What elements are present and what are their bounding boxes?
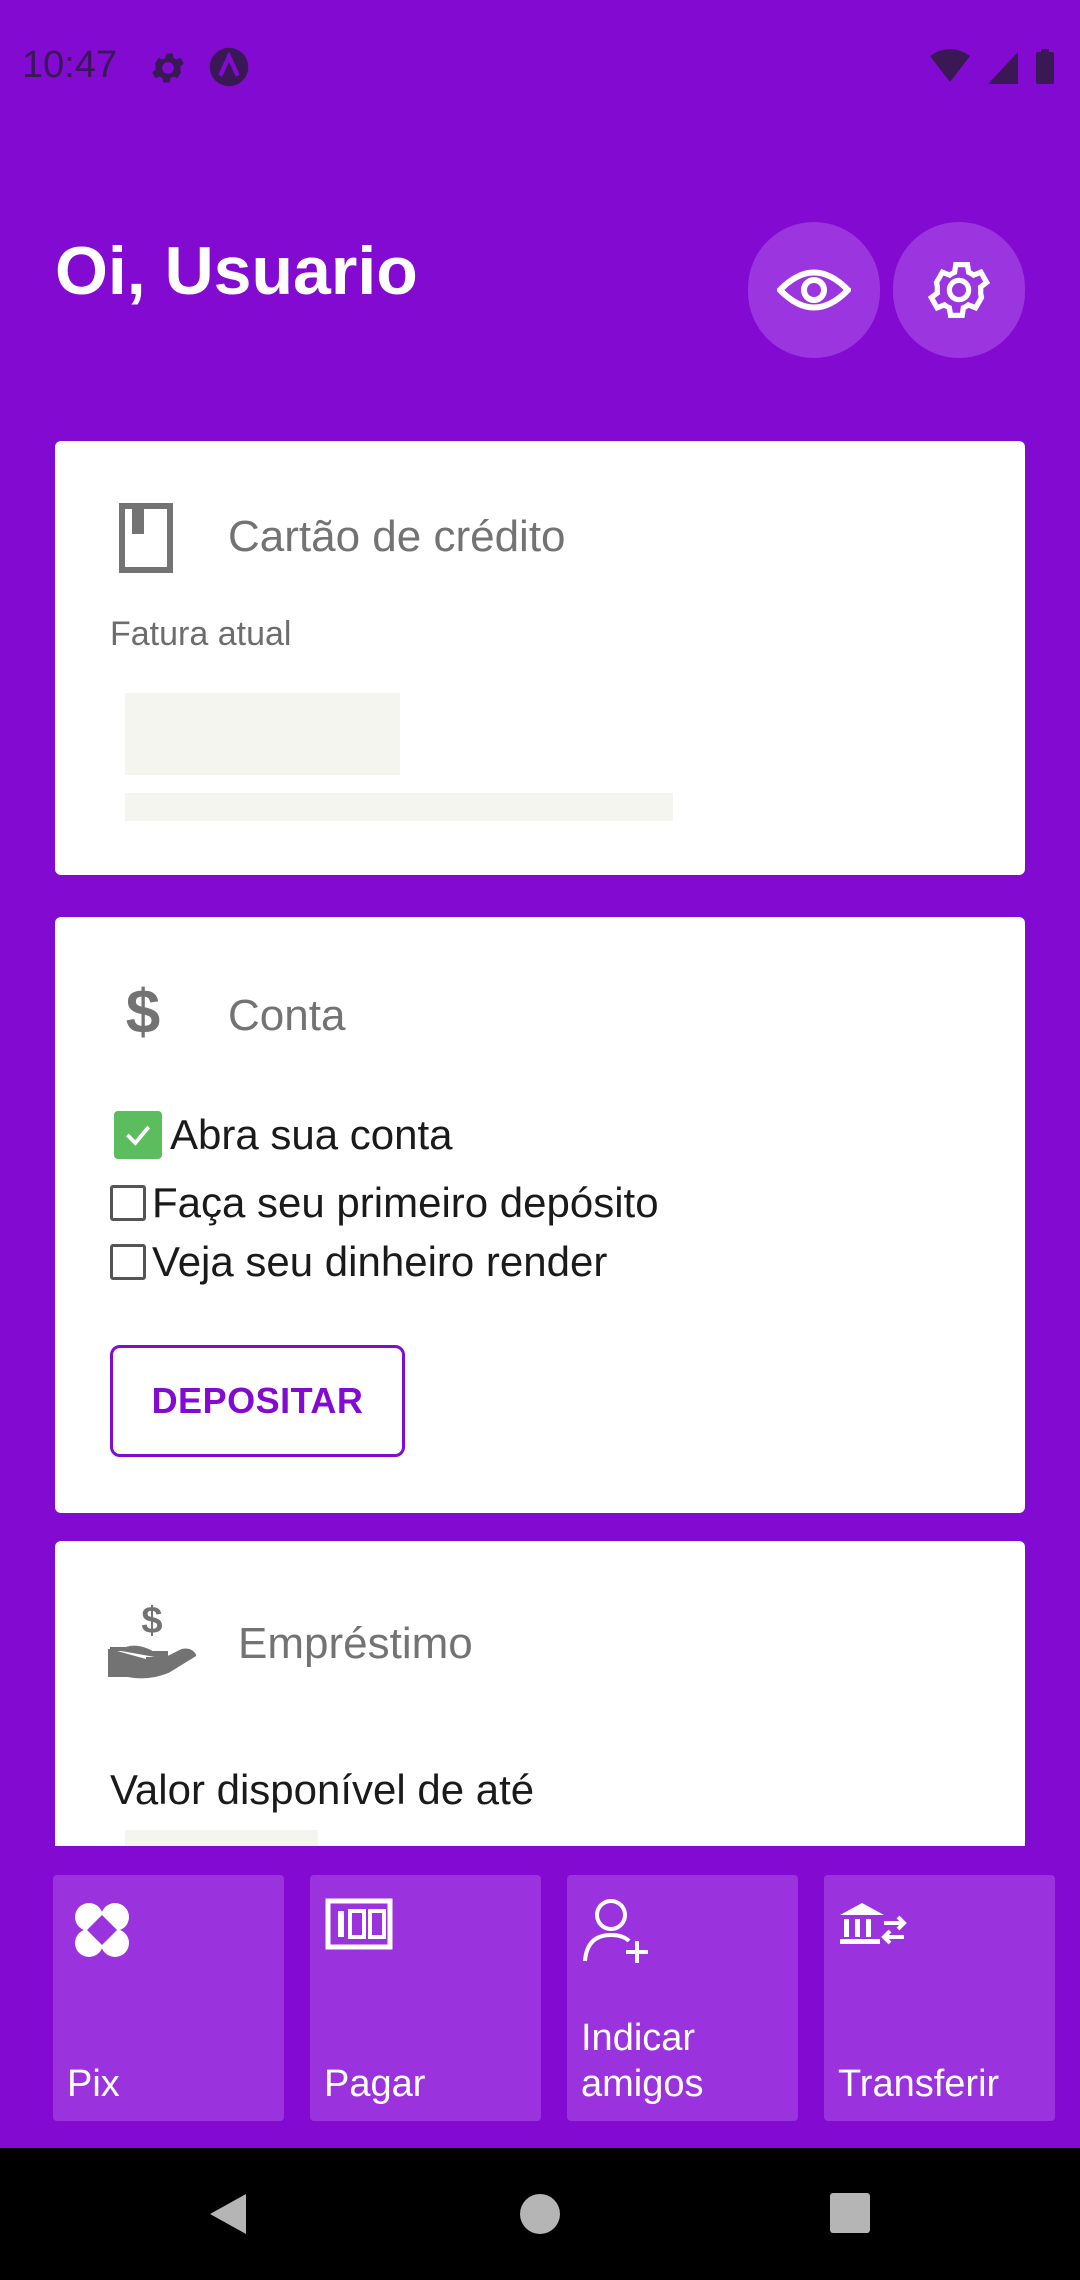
wifi-icon <box>930 49 970 82</box>
loan-title: Empréstimo <box>238 1619 473 1668</box>
hand-money-icon: $ <box>108 1600 196 1679</box>
invoice-value-placeholder <box>125 693 400 775</box>
current-invoice-label: Fatura atual <box>110 615 292 653</box>
svg-text:$: $ <box>141 1600 162 1642</box>
settings-button[interactable] <box>893 222 1025 358</box>
shortcut-label: Pagar <box>324 2063 426 2105</box>
home-icon[interactable] <box>518 2192 562 2236</box>
toggle-visibility-button[interactable] <box>748 222 880 358</box>
greeting-title: Oi, Usuario <box>55 233 418 309</box>
status-bar: 10:47 <box>0 0 1080 135</box>
checkbox-checked[interactable] <box>114 1111 162 1159</box>
checklist-label: Abra sua conta <box>170 1111 453 1158</box>
check-icon <box>126 1125 151 1146</box>
loan-section[interactable]: $ Empréstimo Valor disponível de até <box>55 1541 1025 1846</box>
bank-transfer-icon <box>840 1903 907 1945</box>
status-time: 10:47 <box>22 44 118 86</box>
gear-icon <box>927 262 991 318</box>
shortcut-label: Transferir <box>838 2063 1000 2105</box>
shortcut-refer-friends[interactable]: Indicar amigos <box>567 1875 798 2121</box>
navigation-bar <box>0 2148 1080 2280</box>
barcode-icon <box>325 1898 393 1950</box>
dollar-icon: $ <box>126 981 160 1043</box>
deposit-button[interactable]: DEPOSITAR <box>110 1345 405 1457</box>
battery-icon <box>1036 52 1054 84</box>
eye-icon <box>777 269 851 311</box>
shortcut-label: Indicar amigos <box>581 2017 704 2105</box>
pix-icon <box>75 1903 129 1957</box>
loan-value-placeholder <box>125 1830 318 1846</box>
shortcut-label: Pix <box>67 2063 120 2105</box>
credit-card-icon <box>119 503 173 573</box>
checklist-item[interactable]: Veja seu dinheiro render <box>110 1238 607 1286</box>
shortcut-transfer[interactable]: Transferir <box>824 1875 1055 2121</box>
shortcut-pix[interactable]: Pix <box>53 1875 284 2121</box>
recents-icon[interactable] <box>829 2192 871 2234</box>
app-icon <box>209 47 249 87</box>
gear-icon <box>152 53 184 83</box>
loan-available-text: Valor disponível de até <box>110 1766 535 1813</box>
signal-icon <box>988 52 1018 84</box>
checklist-item[interactable]: Abra sua conta <box>110 1111 453 1159</box>
account-section[interactable]: $ Conta Abra sua conta Faça seu primeiro… <box>55 917 1025 1513</box>
checklist-item[interactable]: Faça seu primeiro depósito <box>110 1179 659 1227</box>
credit-card-section[interactable]: Cartão de crédito Fatura atual <box>55 441 1025 875</box>
svg-text:$: $ <box>126 981 160 1043</box>
shortcuts-bar: Pix Pagar Indicar amigos Transferir <box>0 1846 1080 2148</box>
checklist-label: Veja seu dinheiro render <box>152 1238 608 1285</box>
checkbox-unchecked[interactable] <box>110 1185 146 1221</box>
account-title: Conta <box>228 991 346 1040</box>
status-right-icons <box>930 49 1054 84</box>
invoice-detail-placeholder <box>125 793 673 821</box>
checkbox-unchecked[interactable] <box>110 1244 146 1280</box>
add-user-icon <box>583 1899 648 1963</box>
shortcut-pay[interactable]: Pagar <box>310 1875 541 2121</box>
checklist-label: Faça seu primeiro depósito <box>152 1179 659 1226</box>
back-icon[interactable] <box>204 2190 250 2238</box>
credit-card-title: Cartão de crédito <box>228 512 566 561</box>
